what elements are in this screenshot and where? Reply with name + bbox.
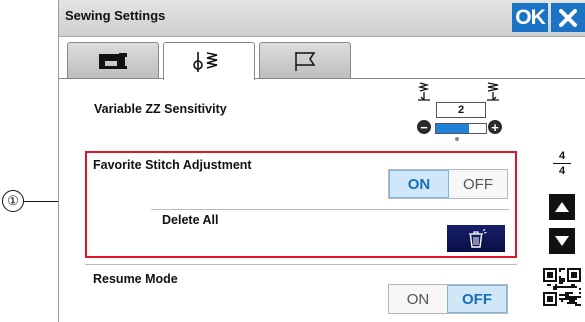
- title-bar: Sewing Settings OK: [59, 0, 585, 37]
- trash-icon: [469, 228, 487, 248]
- qr-code-icon[interactable]: [543, 268, 581, 306]
- zz-sensitivity-slider[interactable]: [435, 123, 487, 134]
- delete-all-label: Delete All: [162, 213, 219, 227]
- tab-general[interactable]: [259, 42, 351, 79]
- resume-mode-label: Resume Mode: [93, 272, 178, 286]
- delete-all-button[interactable]: [447, 225, 505, 252]
- zz-sensitivity-value: 2: [436, 102, 486, 118]
- zigzag-wide-icon: [487, 82, 499, 101]
- zz-center-dot: [455, 137, 459, 141]
- favorite-stitch-label: Favorite Stitch Adjustment: [93, 158, 252, 172]
- close-icon: [559, 8, 577, 27]
- sewing-machine-icon: [99, 53, 127, 69]
- resume-mode-toggle: ON OFF: [388, 284, 508, 314]
- favorite-stitch-off-option[interactable]: OFF: [449, 170, 507, 198]
- tab-stitch-settings[interactable]: [163, 42, 255, 80]
- arrow-up-icon: [555, 202, 569, 212]
- arrow-down-icon: [555, 236, 569, 246]
- favorite-stitch-on-option[interactable]: ON: [389, 170, 449, 198]
- resume-mode-off-option[interactable]: OFF: [447, 285, 507, 313]
- resume-mode-on-option[interactable]: ON: [389, 285, 447, 313]
- zz-slider-fill: [436, 124, 469, 133]
- zz-increase-button[interactable]: +: [488, 120, 502, 134]
- zz-decrease-button[interactable]: −: [417, 120, 431, 134]
- page-current: 4: [558, 150, 566, 162]
- zz-sensitivity-label: Variable ZZ Sensitivity: [94, 102, 227, 116]
- scroll-up-button[interactable]: [549, 194, 575, 220]
- tab-baseline: [59, 78, 585, 79]
- tab-bar: [67, 42, 582, 80]
- zigzag-narrow-icon: [417, 82, 430, 101]
- close-button[interactable]: [551, 3, 585, 32]
- favorite-stitch-toggle: ON OFF: [388, 169, 508, 199]
- flag-icon: [295, 52, 316, 71]
- page-total: 4: [558, 165, 566, 177]
- tab-machine[interactable]: [67, 42, 159, 79]
- page-indicator: 4 4: [549, 150, 575, 177]
- zz-sensitivity-control: 2 − +: [414, 82, 504, 141]
- stitch-settings-icon: [193, 51, 218, 72]
- section-divider: [85, 264, 517, 265]
- sewing-settings-screen: Sewing Settings OK Variable ZZ Sensitivi…: [58, 0, 585, 322]
- scroll-down-button[interactable]: [549, 228, 575, 254]
- page-fraction-bar: [553, 163, 571, 164]
- window-title: Sewing Settings: [65, 8, 166, 23]
- group-divider: [151, 209, 509, 210]
- callout-number: ①: [2, 190, 24, 212]
- ok-button[interactable]: OK: [512, 3, 548, 32]
